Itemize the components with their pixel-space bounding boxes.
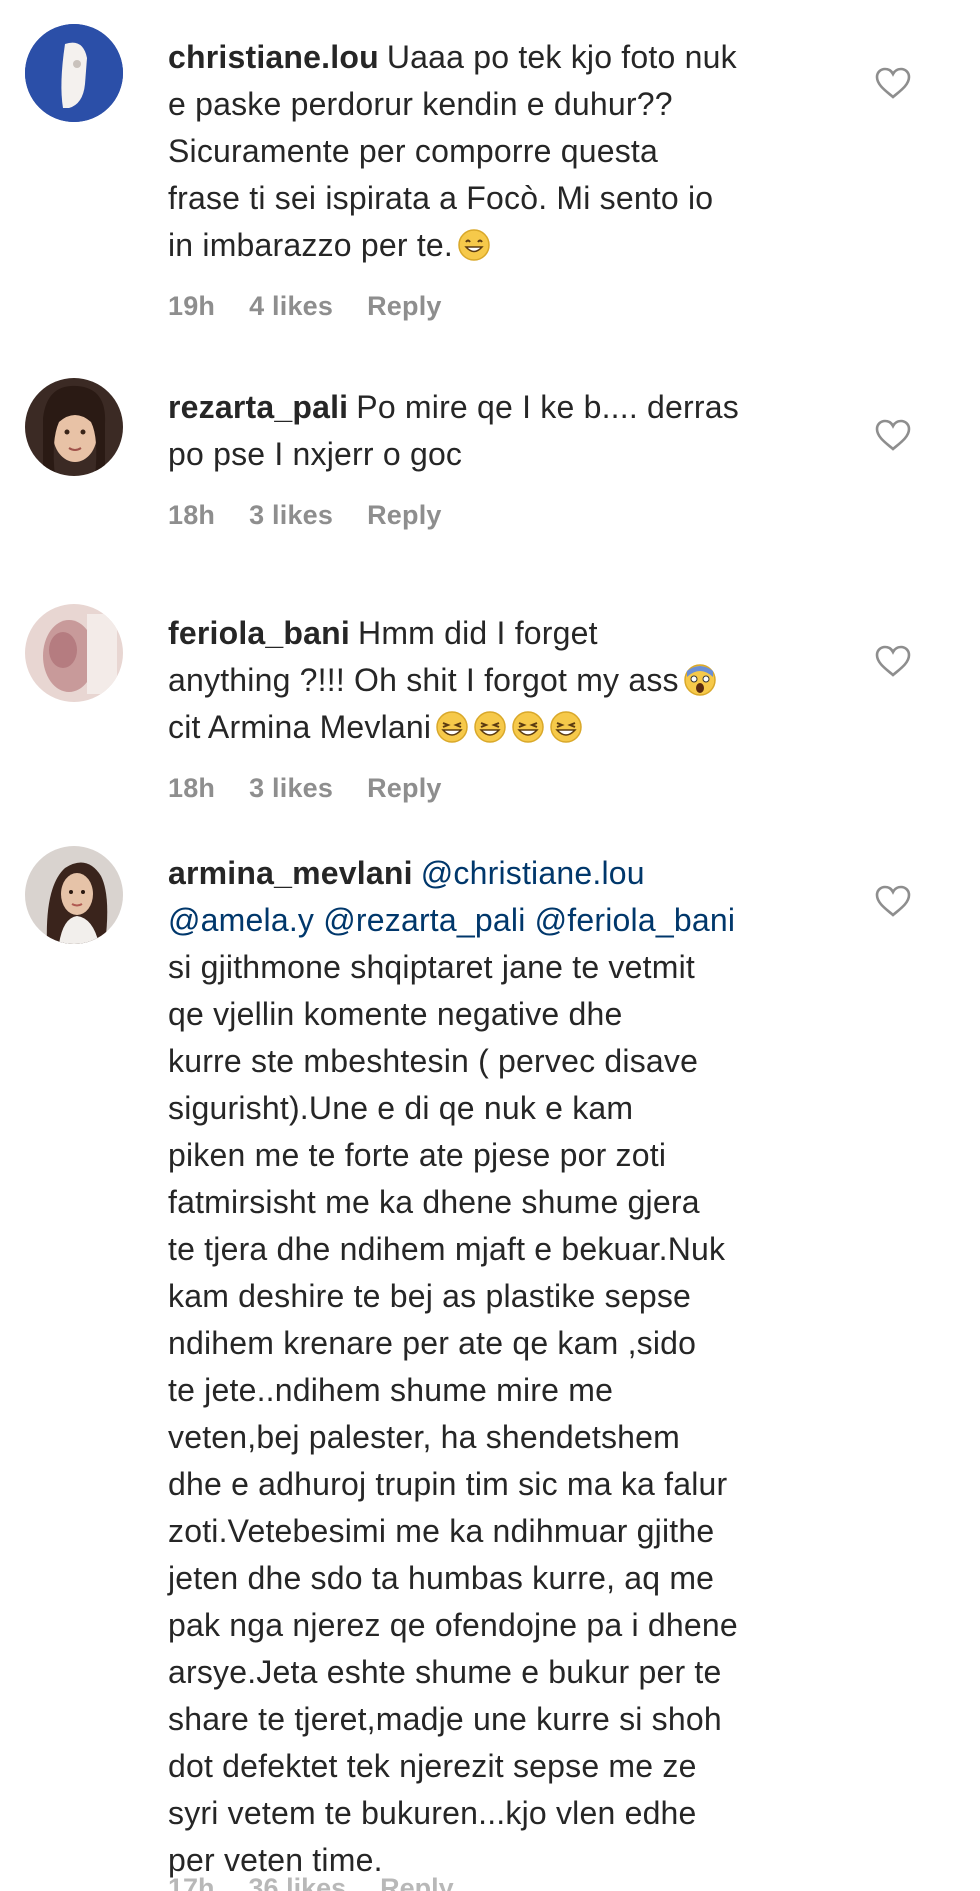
comment-line: qe vjellin komente negative dhe [168, 996, 623, 1032]
comment-text: Hmm did I forget [358, 615, 598, 651]
comment-meta: 19h 4 likes Reply [168, 283, 888, 330]
comment-line: dhe e adhuroj trupin tim sic ma ka falur [168, 1466, 728, 1502]
comment-line: zoti.Vetebesimi me ka ndihmuar gjithe [168, 1513, 715, 1549]
comment-line: veten,bej palester, ha shendetshem [168, 1419, 681, 1455]
reply-button[interactable]: Reply [367, 492, 442, 539]
comment-line: dot defektet tek njerezit sepse me ze [168, 1748, 697, 1784]
comment-line: anything ?!!! Oh shit I forgot my ass [168, 657, 888, 704]
avatar[interactable] [25, 378, 123, 476]
comment-meta: 18h 3 likes Reply [168, 765, 888, 812]
laughing-face-emoji [549, 710, 583, 744]
avatar[interactable] [25, 846, 123, 944]
comment-line: armina_mevlani @christiane.lou [168, 850, 888, 897]
comment-text: cit Armina Mevlani [168, 709, 432, 745]
comment-body: armina_mevlani @christiane.lou @amela.y @… [168, 850, 888, 1884]
comment-line: frase ti sei ispirata a Focò. Mi sento i… [168, 180, 714, 216]
comment-line: te jete..ndihem shume mire me [168, 1372, 614, 1408]
username[interactable]: armina_mevlani [168, 855, 413, 891]
comment-line: Sicuramente per comporre questa [168, 133, 658, 169]
likes-count[interactable]: 36 likes [249, 1868, 347, 1891]
username[interactable]: rezarta_pali [168, 389, 348, 425]
reply-button[interactable]: Reply [380, 1868, 454, 1891]
username[interactable]: christiane.lou [168, 39, 379, 75]
comment-line: in imbarazzo per te. [168, 222, 888, 269]
comment-body: feriola_bani Hmm did I forget anything ?!… [168, 610, 888, 812]
comment-line: kurre ste mbeshtesin ( pervec disave [168, 1043, 699, 1079]
comment-line: pak nga njerez qe ofendojne pa i dhene [168, 1607, 738, 1643]
comment-time: 18h [168, 773, 216, 803]
screaming-face-emoji [683, 663, 717, 697]
mention-link[interactable]: @christiane.lou [421, 855, 645, 891]
comment-body: christiane.lou Uaaa po tek kjo foto nuk e… [168, 34, 888, 330]
reply-button[interactable]: Reply [367, 765, 442, 812]
laughing-face-emoji [511, 710, 545, 744]
avatar[interactable] [25, 604, 123, 702]
likes-count[interactable]: 3 likes [249, 492, 333, 539]
comment-line: te tjera dhe ndihem mjaft e bekuar.Nuk [168, 1231, 726, 1267]
likes-count[interactable]: 3 likes [249, 765, 333, 812]
username[interactable]: feriola_bani [168, 615, 350, 651]
comment-text: anything ?!!! Oh shit I forgot my ass [168, 662, 679, 698]
avatar[interactable] [25, 24, 123, 122]
comment-line: po pse I nxjerr o goc [168, 436, 463, 472]
heart-outline-icon[interactable] [874, 418, 912, 452]
comment-line: feriola_bani Hmm did I forget [168, 610, 888, 657]
comment-meta: 17h 36 likes Reply [168, 1868, 454, 1891]
comment-time: 19h [168, 291, 216, 321]
grinning-face-emoji [457, 228, 491, 262]
comment-body: rezarta_pali Po mire qe I ke b.... derras… [168, 384, 888, 539]
comment-line: fatmirsisht me ka dhene shume gjera [168, 1184, 700, 1220]
comment-line: syri vetem te bukuren...kjo vlen edhe [168, 1795, 697, 1831]
comment-line: christiane.lou Uaaa po tek kjo foto nuk [168, 34, 888, 81]
comment-line: e paske perdorur kendin e duhur?? [168, 86, 673, 122]
comment-line: sigurisht).Une e di qe nuk e kam [168, 1090, 634, 1126]
comment-line: jeten dhe sdo ta humbas kurre, aq me [168, 1560, 715, 1596]
comment-line: ndihem krenare per ate qe kam ,sido [168, 1325, 697, 1361]
comment-text: Uaaa po tek kjo foto nuk [386, 39, 737, 75]
heart-outline-icon[interactable] [874, 884, 912, 918]
comment-text: Po mire qe I ke b.... derras [356, 389, 739, 425]
comment-line: rezarta_pali Po mire qe I ke b.... derras [168, 384, 888, 431]
comment-meta: 18h 3 likes Reply [168, 492, 888, 539]
comment-line: kam deshire te bej as plastike sepse [168, 1278, 692, 1314]
comment-time: 17h [168, 1873, 215, 1891]
comment-line: share te tjeret,madje une kurre si shoh [168, 1701, 722, 1737]
laughing-face-emoji [435, 710, 469, 744]
reply-button[interactable]: Reply [367, 283, 442, 330]
mention-links[interactable]: @amela.y @rezarta_pali @feriola_bani [168, 897, 888, 944]
heart-outline-icon[interactable] [874, 66, 912, 100]
comment-time: 18h [168, 500, 216, 530]
laughing-face-emoji [473, 710, 507, 744]
comment-line: si gjithmone shqiptaret jane te vetmit [168, 949, 695, 985]
comment-text: in imbarazzo per te. [168, 227, 454, 263]
heart-outline-icon[interactable] [874, 644, 912, 678]
likes-count[interactable]: 4 likes [249, 283, 333, 330]
comment-line: cit Armina Mevlani [168, 704, 888, 751]
comment-line: piken me te forte ate pjese por zoti [168, 1137, 667, 1173]
comment-line: arsye.Jeta eshte shume e bukur per te [168, 1654, 722, 1690]
